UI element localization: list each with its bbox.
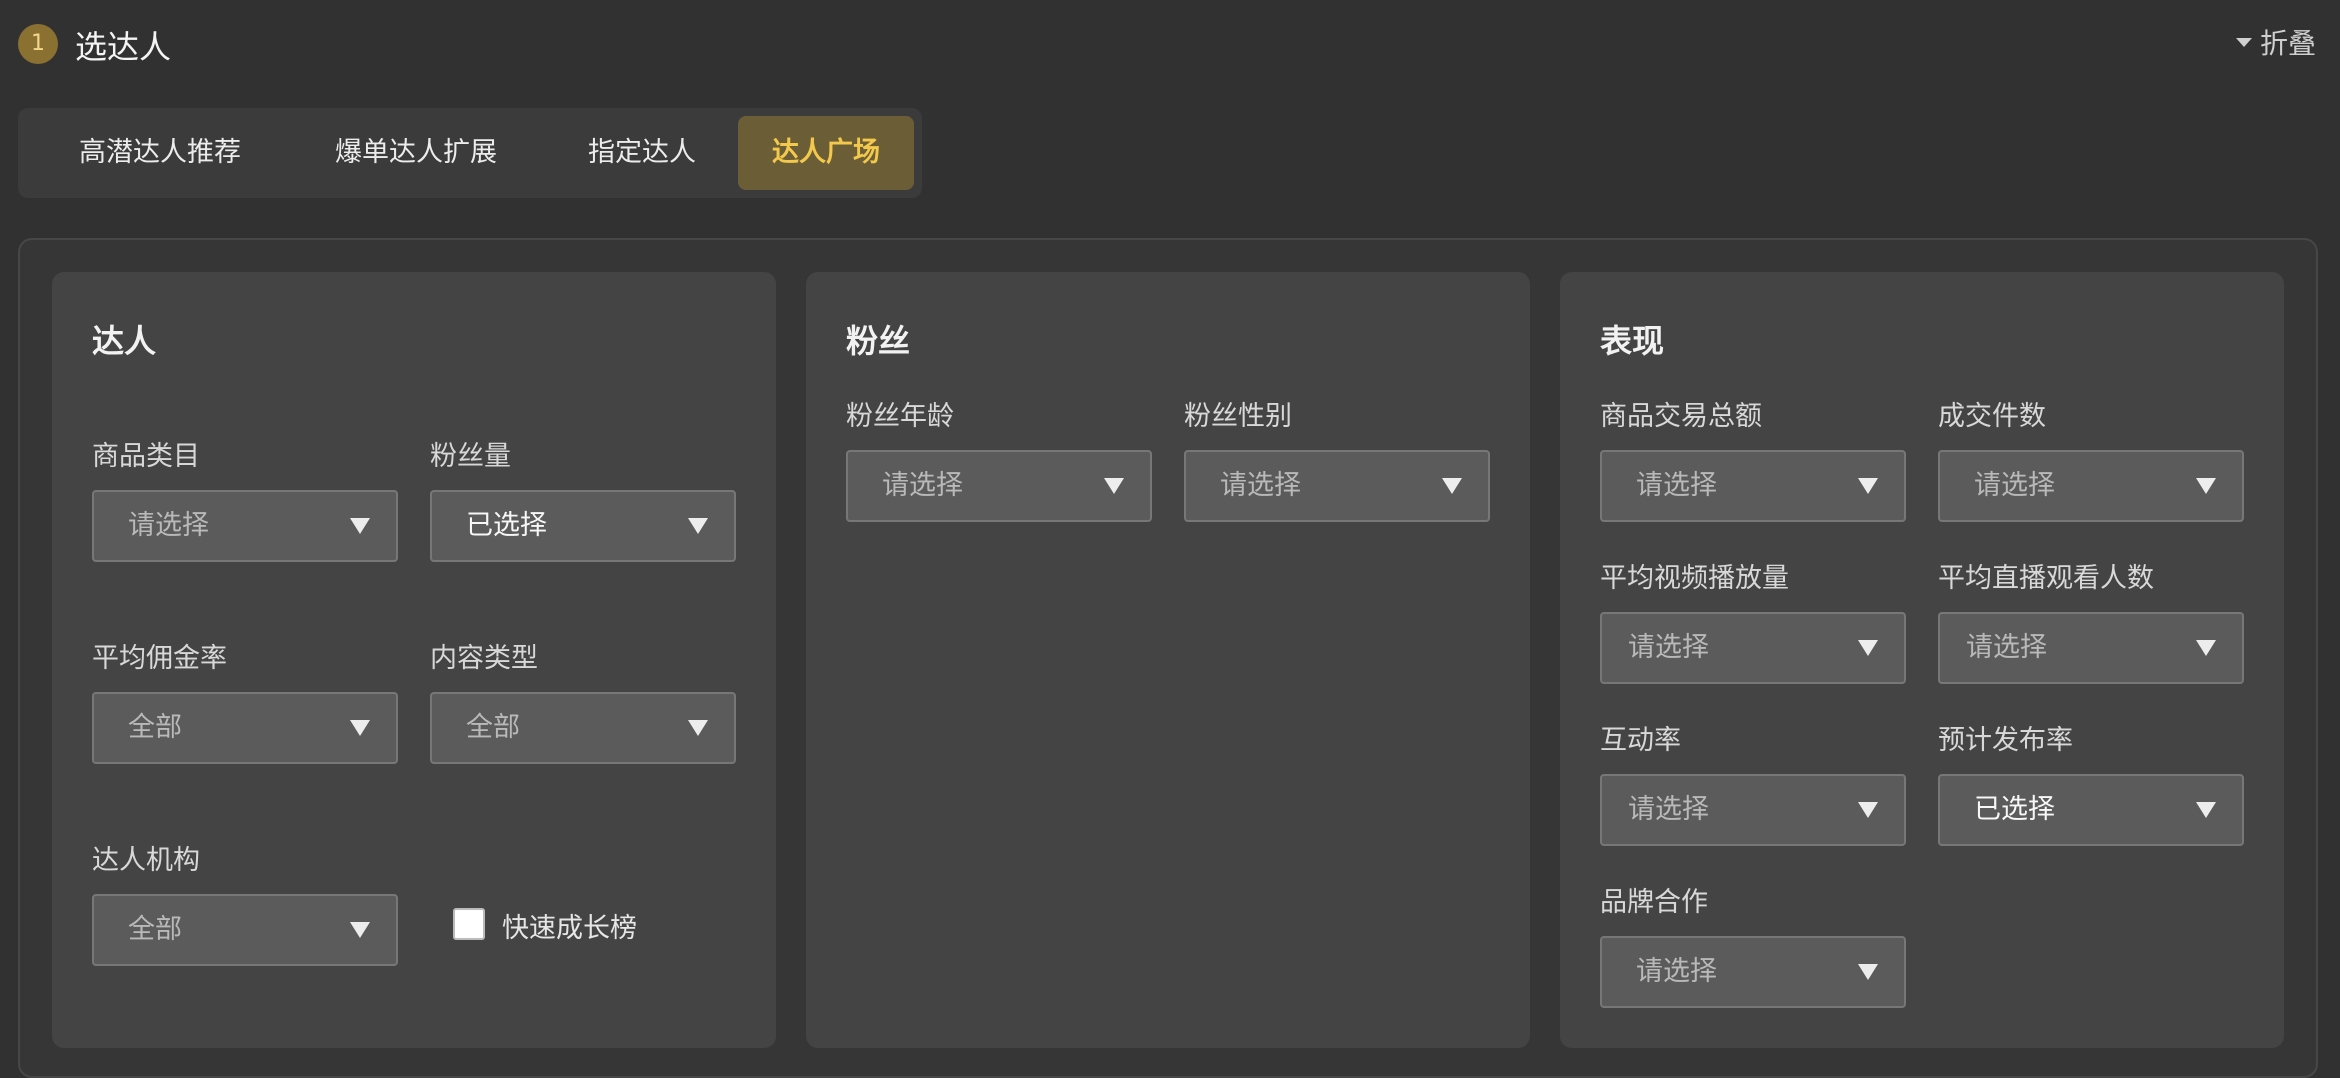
- dropdown-arrow-icon: [1442, 478, 1462, 494]
- performance-panel: 表现 商品交易总额 请选择 成交件数 请选择 平均视频播放量 请选择 平均直播观…: [1560, 272, 2284, 1048]
- category-select[interactable]: 请选择: [92, 490, 398, 562]
- brand-collab-select[interactable]: 请选择: [1600, 936, 1906, 1008]
- avg-live-viewers-select[interactable]: 请选择: [1938, 612, 2244, 684]
- dropdown-arrow-icon: [688, 720, 708, 736]
- step-header: 1 选达人 折叠: [0, 0, 2340, 84]
- select-value: 全部: [466, 712, 520, 743]
- caret-down-icon: [2235, 37, 2252, 47]
- field-label: 平均直播观看人数: [1938, 563, 2154, 594]
- dropdown-arrow-icon: [1858, 802, 1878, 818]
- tab-hot-expansion[interactable]: 爆单达人扩展: [296, 116, 536, 190]
- tab-creator-plaza[interactable]: 达人广场: [738, 116, 914, 190]
- gmv-select[interactable]: 请选择: [1600, 450, 1906, 522]
- engagement-rate-select[interactable]: 请选择: [1600, 774, 1906, 846]
- dropdown-arrow-icon: [2196, 802, 2216, 818]
- dropdown-arrow-icon: [1858, 964, 1878, 980]
- checkbox-label[interactable]: 快速成长榜: [502, 906, 637, 945]
- select-value: 已选择: [1974, 794, 2055, 825]
- dropdown-arrow-icon: [1104, 478, 1124, 494]
- commission-rate-select[interactable]: 全部: [92, 692, 398, 764]
- field-label: 粉丝量: [430, 441, 511, 472]
- dropdown-arrow-icon: [2196, 640, 2216, 656]
- panel-title: 表现: [1600, 322, 1665, 360]
- tab-specified[interactable]: 指定达人: [552, 116, 732, 190]
- panel-title: 粉丝: [846, 322, 911, 360]
- content-type-select[interactable]: 全部: [430, 692, 736, 764]
- select-value: 请选择: [882, 470, 963, 501]
- field-label: 平均佣金率: [92, 643, 227, 674]
- fans-panel: 粉丝 粉丝年龄 请选择 粉丝性别 请选择: [806, 272, 1530, 1048]
- field-label: 平均视频播放量: [1600, 563, 1789, 594]
- collapse-toggle[interactable]: 折叠: [2235, 22, 2316, 62]
- field-label: 成交件数: [1938, 401, 2046, 432]
- select-value: 请选择: [1966, 632, 2047, 663]
- field-label: 预计发布率: [1938, 725, 2073, 756]
- dropdown-arrow-icon: [1858, 640, 1878, 656]
- select-value: 请选择: [1628, 632, 1709, 663]
- field-label: 互动率: [1600, 725, 1681, 756]
- select-value: 请选择: [1974, 470, 2055, 501]
- fast-growth-checkbox[interactable]: [453, 908, 485, 940]
- fan-age-select[interactable]: 请选择: [846, 450, 1152, 522]
- select-value: 请选择: [1636, 956, 1717, 987]
- select-value: 请选择: [1220, 470, 1301, 501]
- select-value: 全部: [128, 712, 182, 743]
- field-label: 商品类目: [92, 441, 200, 472]
- dropdown-arrow-icon: [2196, 478, 2216, 494]
- select-value: 全部: [128, 914, 182, 945]
- tab-high-potential[interactable]: 高潜达人推荐: [40, 116, 280, 190]
- field-label: 粉丝性别: [1184, 401, 1292, 432]
- dropdown-arrow-icon: [350, 518, 370, 534]
- field-label: 品牌合作: [1600, 887, 1708, 918]
- step-title: 选达人: [75, 28, 172, 66]
- follower-count-select[interactable]: 已选择: [430, 490, 736, 562]
- step-number-badge: 1: [18, 24, 58, 64]
- dropdown-arrow-icon: [350, 720, 370, 736]
- agency-select[interactable]: 全部: [92, 894, 398, 966]
- dropdown-arrow-icon: [688, 518, 708, 534]
- panel-title: 达人: [92, 322, 157, 360]
- creator-panel: 达人 商品类目 请选择 粉丝量 已选择 平均佣金率 全部 内容类型 全部 达人机…: [52, 272, 776, 1048]
- field-label: 达人机构: [92, 845, 200, 876]
- field-label: 粉丝年龄: [846, 401, 954, 432]
- field-label: 商品交易总额: [1600, 401, 1762, 432]
- fan-gender-select[interactable]: 请选择: [1184, 450, 1490, 522]
- dropdown-arrow-icon: [350, 922, 370, 938]
- select-value: 请选择: [1636, 470, 1717, 501]
- mode-tabs: 高潜达人推荐 爆单达人扩展 指定达人 达人广场: [18, 108, 922, 198]
- select-value: 已选择: [466, 510, 547, 541]
- expected-publish-rate-select[interactable]: 已选择: [1938, 774, 2244, 846]
- select-value: 请选择: [1628, 794, 1709, 825]
- avg-video-views-select[interactable]: 请选择: [1600, 612, 1906, 684]
- units-sold-select[interactable]: 请选择: [1938, 450, 2244, 522]
- dropdown-arrow-icon: [1858, 478, 1878, 494]
- collapse-label: 折叠: [2259, 27, 2316, 60]
- select-value: 请选择: [128, 510, 209, 541]
- field-label: 内容类型: [430, 643, 538, 674]
